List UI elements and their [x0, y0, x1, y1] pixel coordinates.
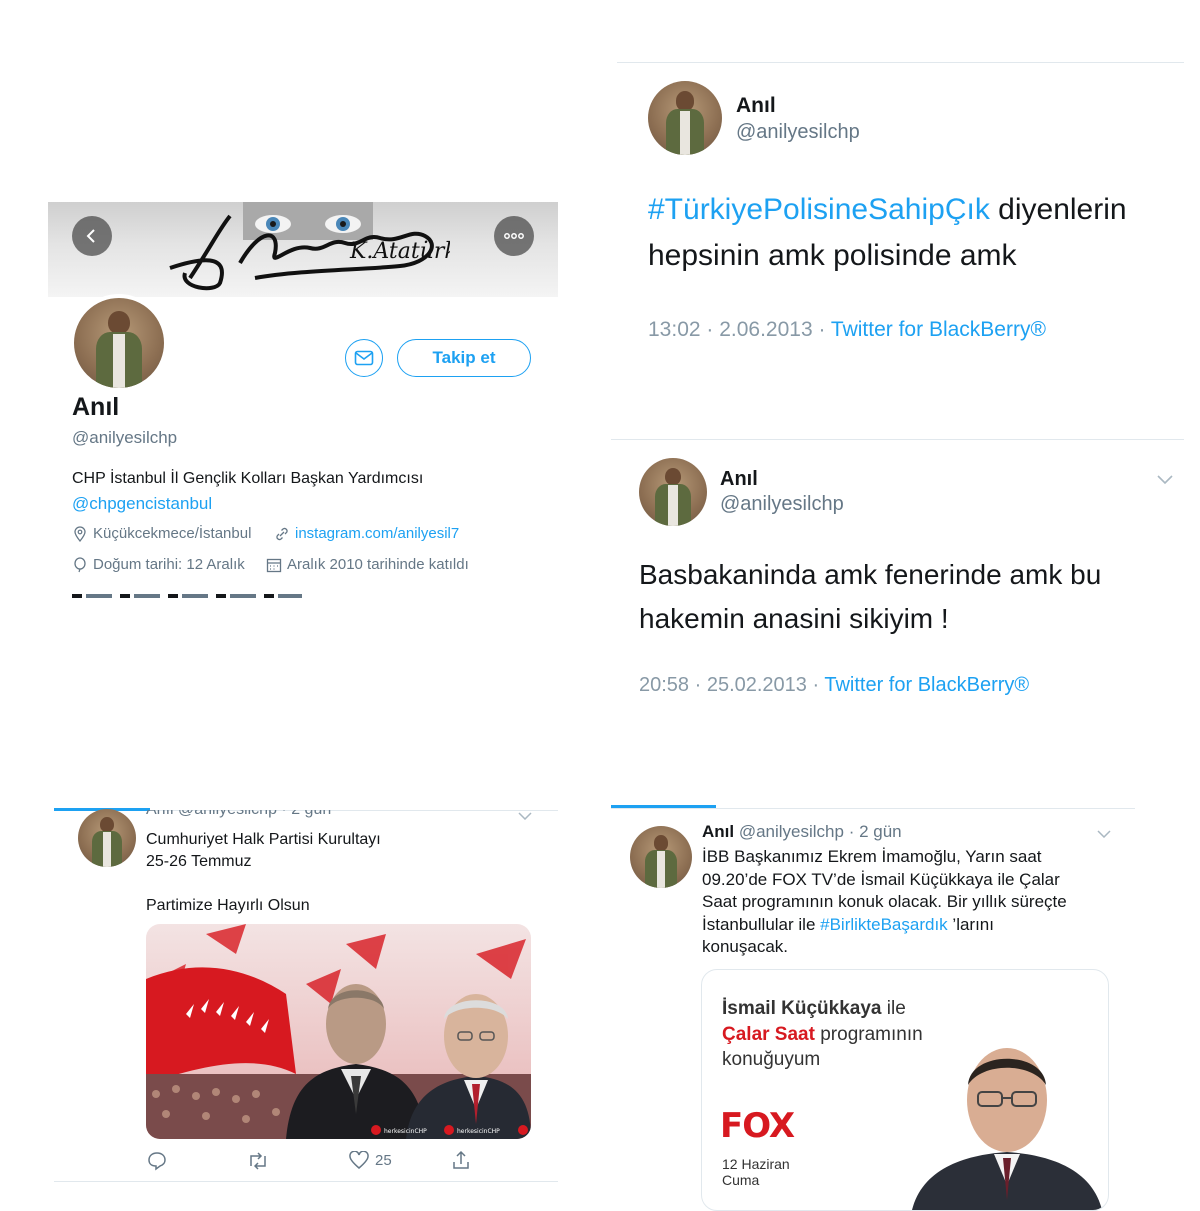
tweet1-meta: 13:02 · 2.06.2013 · Twitter for BlackBer…: [648, 318, 1046, 341]
joined-text: Aralık 2010 tarihinde katıldı: [287, 556, 469, 573]
divider: [611, 439, 1184, 440]
birthday-row: Doğum tarihi: 12 Aralık: [72, 556, 245, 573]
tweet4-avatar[interactable]: [630, 826, 692, 888]
divider: [54, 1181, 558, 1182]
birthday-text: Doğum tarihi: 12 Aralık: [93, 556, 245, 573]
tweet4-text: İBB Başkanımız Ekrem İmamoğlu, Yarın saa…: [702, 847, 1067, 956]
location-text: Küçükcekmece/İstanbul: [93, 525, 252, 542]
follow-button[interactable]: Takip et: [397, 339, 531, 377]
card-line-1: İsmail Küçükkaya ile: [722, 998, 906, 1019]
chevron-down-icon[interactable]: [1157, 475, 1173, 485]
website-link[interactable]: instagram.com/anilyesil7: [295, 525, 459, 542]
profile-bio: CHP İstanbul İl Gençlik Kolları Başkan Y…: [72, 470, 424, 487]
profile-name: Anıl: [72, 393, 120, 421]
tweet1-handle: @anilyesilchp: [736, 121, 860, 143]
divider: [611, 808, 1135, 809]
profile-banner: K.Atatürk: [48, 202, 558, 297]
profile-handle: @anilyesilchp: [72, 428, 178, 447]
like-count: 25: [375, 1151, 392, 1169]
tweet4-hashtag[interactable]: #BirlikteBaşardık: [820, 915, 948, 934]
balloon-icon: [74, 556, 86, 572]
heart-icon: [349, 1151, 369, 1169]
svg-text:K.Atatürk: K.Atatürk: [349, 239, 450, 264]
reply-icon[interactable]: [147, 1151, 167, 1171]
tweet3-text: Cumhuriyet Halk Partisi Kurultayı 25-26 T…: [146, 831, 381, 914]
signature-graphic: K.Atatürk: [169, 214, 450, 291]
bio-link[interactable]: @chpgencistanbul: [72, 494, 212, 514]
chevron-left-icon: [86, 229, 95, 243]
tweet2-handle: @anilyesilchp: [720, 493, 844, 515]
fox-logo: FOX: [720, 1106, 795, 1146]
tweet2-avatar[interactable]: [639, 458, 707, 526]
tweet4-header: Anıl @anilyesilchp · 2 gün: [702, 822, 902, 841]
img-tag-2: herkesicinCHP: [457, 1128, 500, 1135]
card-line-3: konuğuyum: [722, 1049, 821, 1070]
joined-row: Aralık 2010 tarihinde katıldı: [266, 556, 469, 573]
message-button[interactable]: [345, 339, 383, 377]
divider: [617, 62, 1184, 63]
tweet3-avatar[interactable]: [78, 809, 136, 867]
tweet1-avatar[interactable]: [648, 81, 722, 155]
img-tag-1: herkesicinCHP: [384, 1128, 427, 1135]
tab-indicator: [611, 805, 716, 808]
tweet2-text: Basbakaninda amk fenerinde amk bu hakemi…: [639, 559, 1102, 634]
back-button[interactable]: [72, 216, 112, 256]
profile-avatar[interactable]: [70, 294, 168, 392]
card-date: 12 Haziran: [722, 1156, 790, 1172]
tweet2-meta: 20:58 · 25.02.2013 · Twitter for BlackBe…: [639, 674, 1030, 696]
more-icon: [504, 233, 524, 239]
tweet1-text: #TürkiyePolisineSahipÇık diyenlerin heps…: [648, 193, 1127, 272]
link-icon: [276, 527, 288, 540]
chevron-down-icon[interactable]: [518, 812, 532, 820]
tweet2-name: Anıl: [720, 468, 758, 490]
card-day: Cuma: [722, 1172, 760, 1188]
share-icon[interactable]: [451, 1150, 471, 1170]
website-row[interactable]: instagram.com/anilyesil7: [274, 525, 459, 542]
calendar-icon: [266, 558, 282, 572]
tweet4-card[interactable]: İsmail Küçükkaya ile Çalar Saat programı…: [701, 969, 1109, 1211]
stats-cutoff: [72, 594, 302, 598]
more-button[interactable]: [494, 216, 534, 256]
card-portrait: [912, 1048, 1102, 1210]
retweet-icon[interactable]: [247, 1152, 269, 1170]
chevron-down-icon[interactable]: [1097, 830, 1111, 838]
location-row: Küçükcekmece/İstanbul: [72, 525, 251, 542]
tweet3-header-clipped: Anıl @anilyesilchp · 2 gün: [146, 810, 331, 820]
tweet1-hashtag[interactable]: #TürkiyePolisineSahipÇık: [648, 193, 990, 226]
like-action[interactable]: 25: [349, 1151, 392, 1169]
tweet2-source-link[interactable]: Twitter for BlackBerry®: [824, 674, 1029, 696]
mail-icon: [354, 350, 374, 366]
tweet1-name: Anıl: [736, 94, 776, 117]
tweet1-source-link[interactable]: Twitter for BlackBerry®: [831, 318, 1046, 341]
tweet3-image[interactable]: herkesicinCHP herkesicinCHP: [146, 924, 531, 1139]
location-icon: [74, 525, 86, 542]
card-line-2: Çalar Saat programının: [722, 1024, 923, 1045]
